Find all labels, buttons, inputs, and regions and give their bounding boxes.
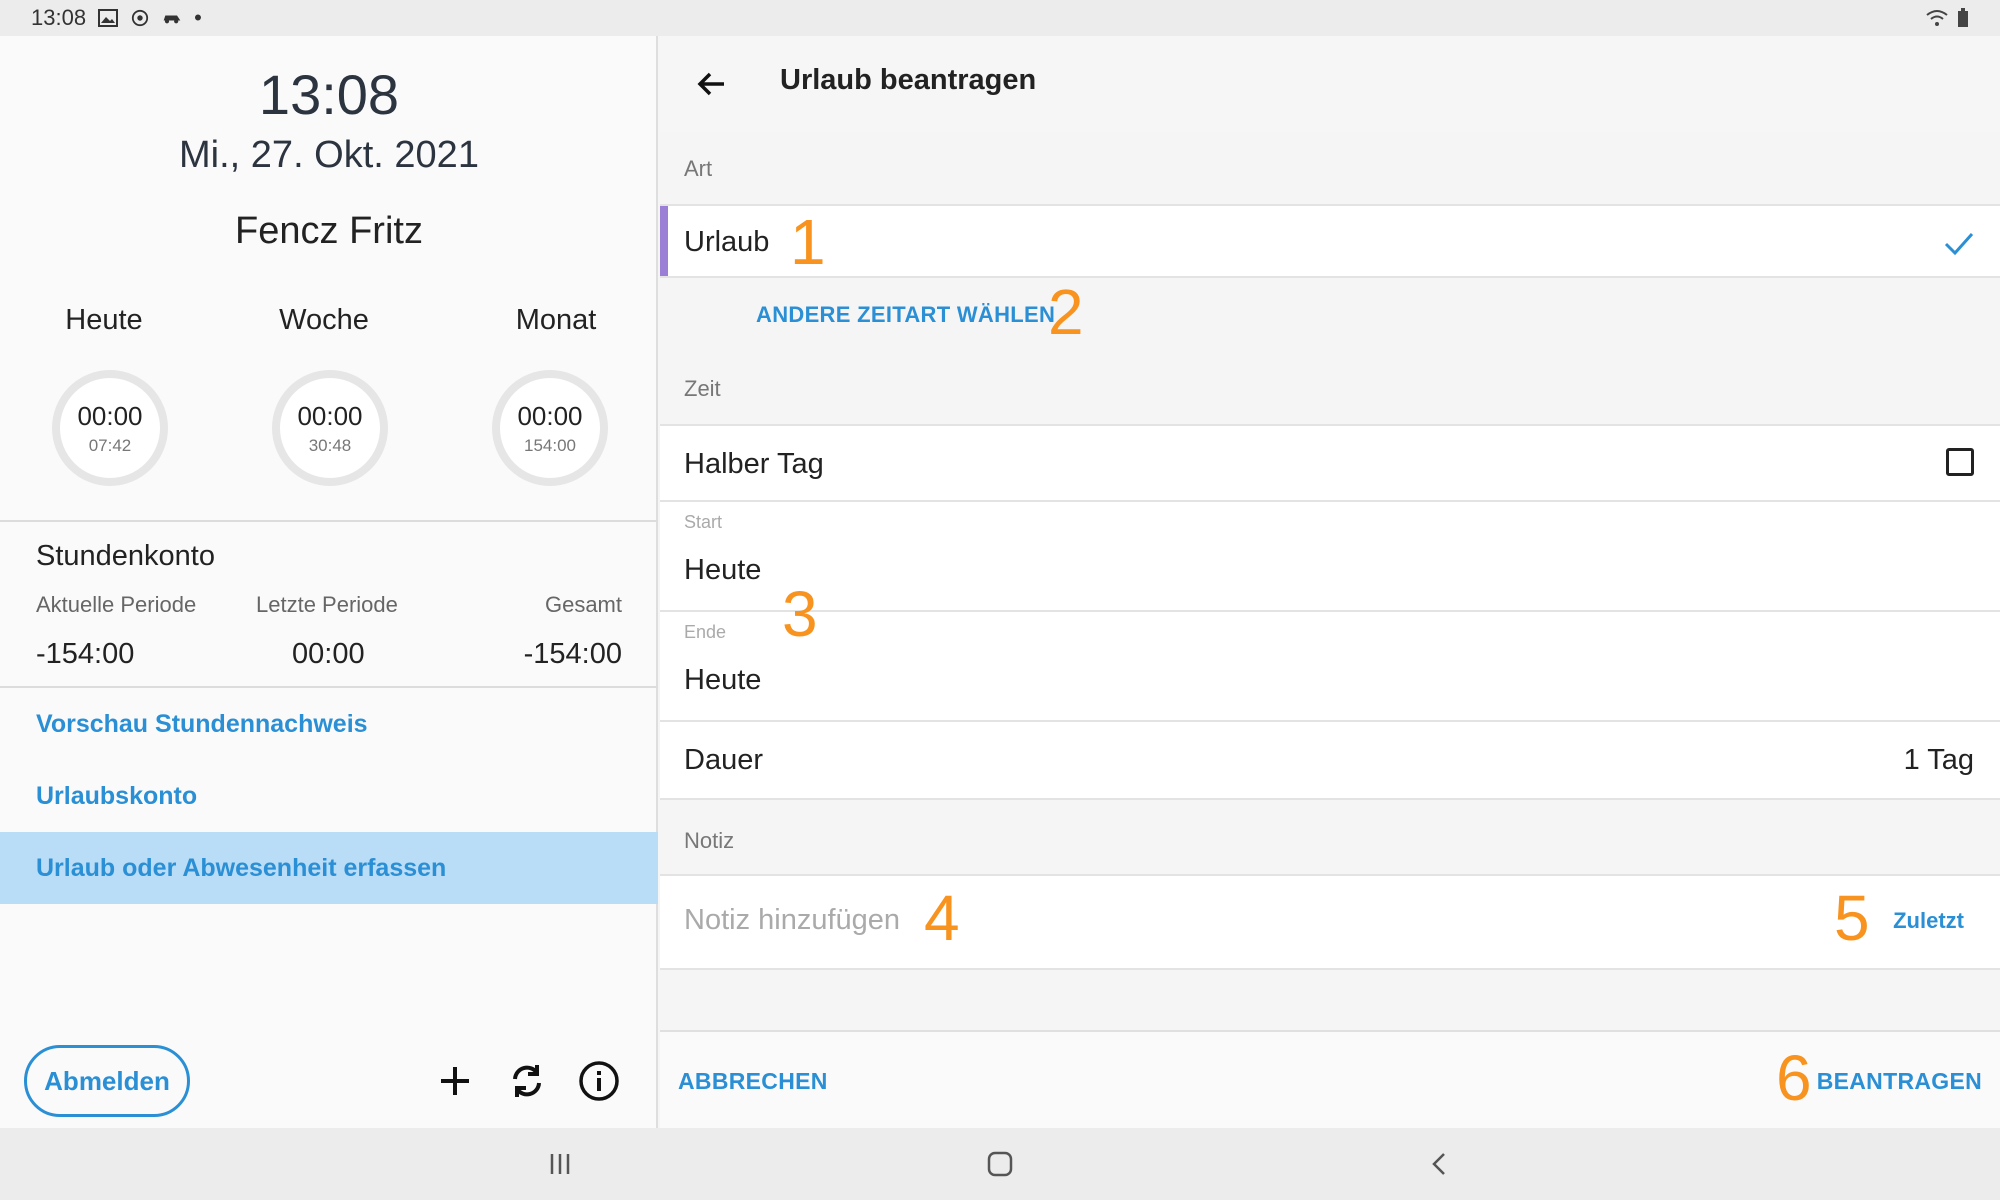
annotation-marker-5: 5 [1834, 882, 1870, 954]
system-nav-bar [0, 1128, 2000, 1200]
half-day-row[interactable]: Halber Tag [660, 424, 2000, 502]
konto-value-last: 00:00 [292, 638, 365, 670]
selection-indicator [660, 206, 668, 276]
battery-icon [1958, 8, 1968, 27]
nav-vacation-account[interactable]: Urlaubskonto [0, 760, 658, 832]
konto-label-current: Aktuelle Periode [36, 592, 197, 617]
logout-button[interactable]: Abmelden [24, 1045, 190, 1117]
time-type-value: Urlaub [684, 226, 770, 258]
annotation-marker-4: 4 [924, 882, 960, 954]
time-target: 154:00 [524, 435, 576, 455]
section-label-notiz: Notiz [684, 828, 735, 853]
sync-icon[interactable] [500, 1054, 554, 1108]
check-icon [1944, 232, 1974, 256]
time-value: 00:00 [77, 400, 143, 431]
duration-label: Dauer [684, 744, 763, 776]
duration-value: 1 Tag [1903, 744, 1974, 776]
nav-record-absence[interactable]: Urlaub oder Abwesenheit erfassen [0, 832, 658, 904]
konto-value-current: -154:00 [36, 638, 135, 670]
gallery-icon [98, 9, 119, 27]
info-icon[interactable] [572, 1054, 626, 1108]
start-date-field[interactable]: Start Heute [660, 500, 2000, 612]
dashboard-panel: 13:08 Mi., 27. Okt. 2021 Fencz Fritz Heu… [0, 36, 658, 1128]
konto-label-total: Gesamt [544, 592, 622, 617]
time-value: 00:00 [517, 400, 583, 431]
status-dot: • [194, 5, 202, 30]
annotation-marker-2: 2 [1048, 276, 1084, 348]
page-title: Urlaub beantragen [780, 64, 1037, 96]
back-arrow-icon[interactable] [694, 66, 730, 102]
divider [0, 520, 658, 522]
note-field[interactable]: Notiz hinzufügen Zuletzt [660, 874, 2000, 970]
submit-button[interactable]: BEANTRAGEN [1817, 1068, 1982, 1095]
annotation-marker-1: 1 [790, 206, 826, 278]
time-ring-today: 00:00 07:42 [52, 370, 168, 486]
recent-notes-button[interactable]: Zuletzt [1893, 908, 1964, 934]
back-nav-icon[interactable] [1422, 1146, 1458, 1182]
clock: 13:08 [258, 63, 400, 126]
period-label-week: Woche [279, 304, 369, 336]
change-time-type-link[interactable]: ANDERE ZEITART WÄHLEN [756, 302, 1055, 328]
time-ring-week: 00:00 30:48 [272, 370, 388, 486]
section-label-art: Art [684, 156, 713, 181]
period-label-today: Heute [65, 304, 143, 336]
app-bar: Urlaub beantragen [660, 36, 2000, 132]
half-day-checkbox[interactable] [1946, 448, 1974, 476]
home-icon[interactable] [982, 1146, 1018, 1182]
stundenkonto-title: Stundenkonto [36, 540, 215, 572]
nav-preview-timesheet[interactable]: Vorschau Stundennachweis [0, 688, 658, 760]
status-bar: 13:08 • [0, 0, 2000, 36]
time-target: 30:48 [308, 435, 352, 455]
annotation-marker-3: 3 [782, 578, 818, 650]
date: Mi., 27. Okt. 2021 [179, 134, 479, 176]
plus-icon[interactable] [428, 1054, 482, 1108]
sync-status-icon [131, 9, 149, 27]
start-label: Start [684, 512, 723, 532]
annotation-marker-6: 6 [1776, 1042, 1812, 1114]
end-label: Ende [684, 622, 727, 642]
cancel-button[interactable]: ABBRECHEN [678, 1068, 828, 1095]
konto-value-total: -154:00 [523, 638, 622, 670]
time-target: 07:42 [88, 435, 132, 455]
time-type-row[interactable]: Urlaub [660, 204, 2000, 278]
car-icon [163, 15, 181, 24]
time-value: 00:00 [297, 400, 363, 431]
status-time: 13:08 [31, 5, 87, 30]
start-value: Heute [684, 554, 762, 586]
half-day-label: Halber Tag [684, 448, 824, 480]
note-placeholder[interactable]: Notiz hinzufügen [684, 904, 900, 937]
wifi-icon [1926, 10, 1948, 26]
period-label-month: Monat [515, 304, 597, 336]
recent-apps-icon[interactable] [542, 1146, 578, 1182]
konto-label-last: Letzte Periode [256, 592, 398, 617]
user-name: Fencz Fritz [235, 210, 423, 252]
duration-row: Dauer 1 Tag [660, 720, 2000, 800]
end-date-field[interactable]: Ende Heute [660, 610, 2000, 722]
vacation-request-form: Urlaub beantragen Art Urlaub ANDERE ZEIT… [660, 36, 2000, 1128]
end-value: Heute [684, 664, 762, 696]
section-label-zeit: Zeit [684, 376, 721, 401]
time-ring-month: 00:00 154:00 [492, 370, 608, 486]
